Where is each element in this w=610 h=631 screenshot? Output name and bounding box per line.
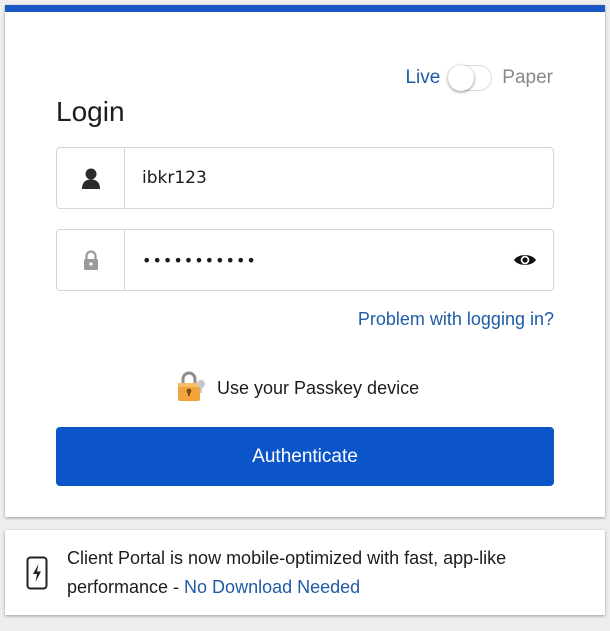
mode-switch[interactable] xyxy=(448,65,493,91)
username-input[interactable]: ibkr123 xyxy=(125,168,553,188)
password-input[interactable]: ••••••••••• xyxy=(125,251,497,270)
authenticate-button[interactable]: Authenticate xyxy=(56,427,554,486)
problem-logging-in-link[interactable]: Problem with logging in? xyxy=(358,309,554,330)
user-icon xyxy=(57,148,125,208)
page-title: Login xyxy=(56,96,125,127)
passkey-label: Use your Passkey device xyxy=(217,378,420,398)
padlock-key-icon xyxy=(177,370,217,407)
password-field[interactable]: ••••••••••• xyxy=(56,229,554,291)
login-card: Live Paper Login ibkr123 ••••••••••• Pro… xyxy=(5,5,605,517)
live-label[interactable]: Live xyxy=(405,67,440,89)
notice-text: Client Portal is now mobile-optimized wi… xyxy=(61,544,605,602)
no-download-link[interactable]: No Download Needed xyxy=(184,577,360,597)
eye-icon[interactable] xyxy=(497,230,553,290)
paper-label[interactable]: Paper xyxy=(502,67,553,89)
lock-icon xyxy=(57,230,125,290)
mode-switch-knob[interactable] xyxy=(448,65,475,91)
mobile-notice: Client Portal is now mobile-optimized wi… xyxy=(5,530,605,615)
live-paper-toggle: Live Paper xyxy=(405,65,553,91)
passkey-option[interactable]: Use your Passkey device xyxy=(177,370,419,407)
mobile-bolt-icon xyxy=(5,556,61,590)
username-field[interactable]: ibkr123 xyxy=(56,147,554,209)
